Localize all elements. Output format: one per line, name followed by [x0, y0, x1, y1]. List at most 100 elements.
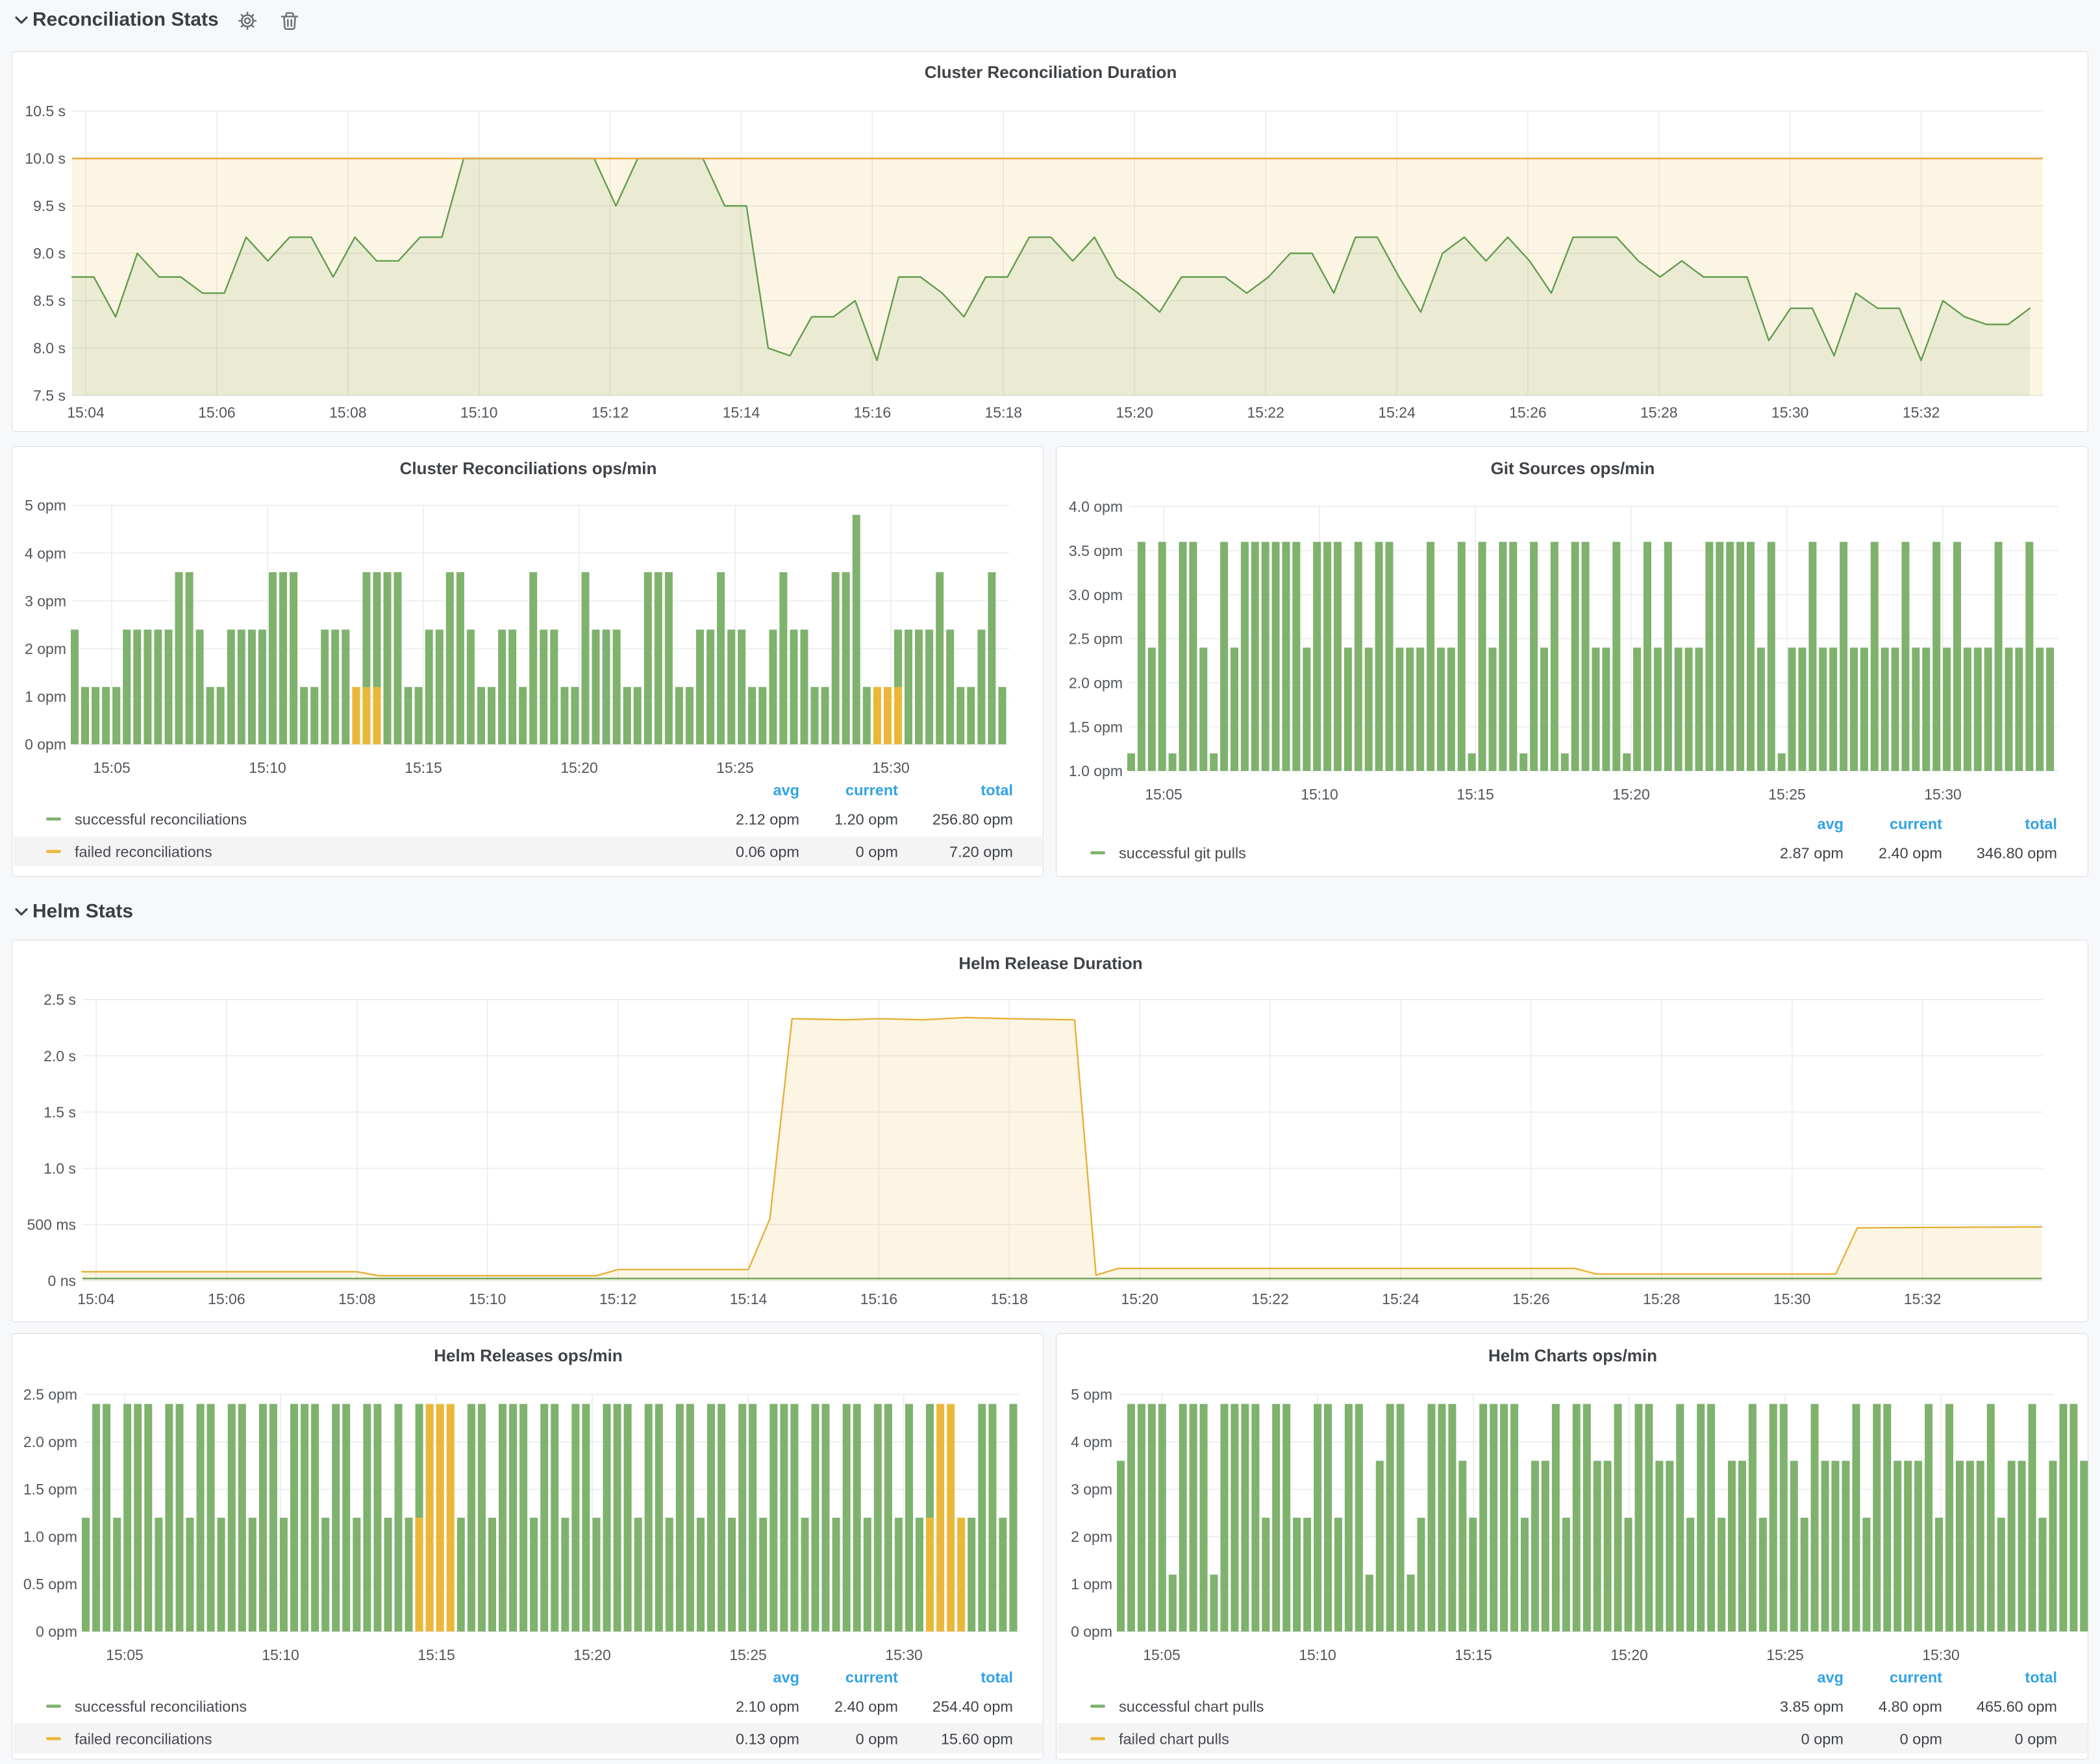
svg-text:15:24: 15:24	[1378, 404, 1416, 421]
svg-text:2.87 opm: 2.87 opm	[1780, 844, 1844, 861]
svg-text:3.5 opm: 3.5 opm	[1069, 542, 1123, 559]
svg-text:15:25: 15:25	[729, 1646, 767, 1663]
svg-text:15:28: 15:28	[1643, 1291, 1681, 1307]
svg-text:successful reconciliations: successful reconciliations	[75, 1698, 247, 1715]
svg-text:total: total	[981, 1669, 1013, 1685]
svg-text:10.5 s: 10.5 s	[25, 103, 66, 120]
svg-text:15:08: 15:08	[338, 1291, 376, 1307]
svg-text:3.85 opm: 3.85 opm	[1780, 1698, 1844, 1715]
svg-text:current: current	[1890, 1669, 1942, 1685]
svg-text:15:04: 15:04	[67, 404, 105, 421]
svg-text:2.40 opm: 2.40 opm	[1879, 844, 1942, 861]
svg-text:3.0 opm: 3.0 opm	[1069, 586, 1123, 603]
svg-text:15.60 opm: 15.60 opm	[941, 1730, 1013, 1747]
svg-text:avg: avg	[773, 1669, 800, 1685]
svg-text:2.5 s: 2.5 s	[44, 991, 76, 1008]
svg-text:0 opm: 0 opm	[856, 1730, 898, 1747]
svg-text:7.5 s: 7.5 s	[33, 387, 66, 404]
svg-text:Cluster Reconciliation Duratio: Cluster Reconciliation Duration	[925, 62, 1177, 82]
svg-text:3 opm: 3 opm	[25, 592, 66, 609]
svg-text:15:20: 15:20	[1610, 1646, 1648, 1663]
svg-text:15:18: 15:18	[991, 1291, 1029, 1307]
svg-text:15:04: 15:04	[77, 1291, 115, 1307]
svg-text:15:10: 15:10	[262, 1646, 299, 1663]
svg-text:2.0 s: 2.0 s	[44, 1048, 76, 1065]
svg-text:8.5 s: 8.5 s	[33, 292, 66, 309]
svg-text:15:16: 15:16	[860, 1291, 898, 1307]
svg-text:1.0 opm: 1.0 opm	[23, 1528, 77, 1545]
svg-text:15:26: 15:26	[1509, 404, 1547, 421]
svg-text:15:20: 15:20	[1121, 1291, 1158, 1307]
svg-text:5 opm: 5 opm	[25, 497, 66, 514]
svg-text:3 opm: 3 opm	[1071, 1481, 1112, 1498]
svg-text:15:28: 15:28	[1640, 404, 1678, 421]
svg-text:8.0 s: 8.0 s	[33, 340, 66, 357]
svg-text:1.5 opm: 1.5 opm	[23, 1481, 77, 1498]
svg-text:15:10: 15:10	[460, 404, 498, 421]
svg-text:1.0 opm: 1.0 opm	[1069, 762, 1123, 779]
svg-text:0 opm: 0 opm	[36, 1623, 77, 1640]
svg-text:15:10: 15:10	[469, 1291, 506, 1307]
svg-text:15:05: 15:05	[1143, 1646, 1181, 1663]
svg-text:4 opm: 4 opm	[25, 545, 66, 562]
svg-text:15:10: 15:10	[1299, 1646, 1336, 1663]
svg-text:15:30: 15:30	[1922, 1646, 1960, 1663]
svg-text:15:26: 15:26	[1512, 1291, 1550, 1307]
svg-text:5 opm: 5 opm	[1071, 1386, 1112, 1403]
svg-text:15:10: 15:10	[1301, 786, 1338, 803]
svg-text:2.0 opm: 2.0 opm	[1069, 675, 1123, 692]
svg-text:15:12: 15:12	[592, 404, 629, 421]
svg-text:successful chart pulls: successful chart pulls	[1119, 1698, 1264, 1715]
svg-text:9.5 s: 9.5 s	[33, 197, 66, 214]
svg-text:Cluster Reconciliations ops/mi: Cluster Reconciliations ops/min	[400, 459, 657, 478]
svg-text:failed reconciliations: failed reconciliations	[75, 1730, 212, 1747]
svg-text:9.0 s: 9.0 s	[33, 245, 66, 262]
svg-text:0.06 opm: 0.06 opm	[736, 843, 799, 860]
svg-text:15:15: 15:15	[1455, 1646, 1492, 1663]
svg-text:15:25: 15:25	[1766, 1646, 1804, 1663]
svg-text:15:32: 15:32	[1903, 404, 1940, 421]
svg-text:avg: avg	[1818, 1669, 1844, 1685]
svg-text:0 opm: 0 opm	[25, 736, 66, 753]
svg-text:total: total	[2025, 815, 2057, 832]
svg-text:0.5 opm: 0.5 opm	[23, 1576, 77, 1593]
svg-text:2.0 opm: 2.0 opm	[23, 1433, 77, 1450]
svg-text:Helm Charts ops/min: Helm Charts ops/min	[1488, 1346, 1657, 1365]
svg-text:failed reconciliations: failed reconciliations	[75, 843, 212, 860]
svg-text:15:12: 15:12	[599, 1291, 637, 1307]
svg-text:2.5 opm: 2.5 opm	[23, 1386, 77, 1403]
svg-text:0 ns: 0 ns	[48, 1272, 76, 1289]
svg-text:Helm Stats: Helm Stats	[32, 901, 133, 922]
svg-text:15:24: 15:24	[1382, 1291, 1419, 1307]
svg-text:2 opm: 2 opm	[1071, 1528, 1112, 1545]
svg-text:1 opm: 1 opm	[1071, 1576, 1112, 1593]
svg-text:current: current	[845, 781, 898, 798]
svg-text:total: total	[2025, 1669, 2057, 1685]
svg-text:Helm Releases ops/min: Helm Releases ops/min	[434, 1346, 622, 1365]
svg-text:15:22: 15:22	[1247, 404, 1284, 421]
svg-text:15:16: 15:16	[854, 404, 892, 421]
svg-text:Helm Release Duration: Helm Release Duration	[958, 953, 1142, 973]
svg-text:254.40 opm: 254.40 opm	[932, 1698, 1013, 1715]
svg-text:15:25: 15:25	[716, 759, 754, 776]
svg-text:15:06: 15:06	[198, 404, 236, 421]
svg-text:4 opm: 4 opm	[1071, 1433, 1112, 1450]
svg-text:current: current	[1890, 815, 1942, 832]
svg-text:15:05: 15:05	[1145, 786, 1182, 803]
svg-text:15:30: 15:30	[1771, 404, 1809, 421]
svg-text:avg: avg	[1818, 815, 1844, 832]
svg-text:1.5 s: 1.5 s	[44, 1103, 76, 1120]
svg-text:15:20: 15:20	[1612, 786, 1650, 803]
svg-text:10.0 s: 10.0 s	[25, 150, 66, 167]
svg-text:15:18: 15:18	[985, 404, 1023, 421]
svg-text:0.13 opm: 0.13 opm	[736, 1730, 799, 1747]
svg-text:2.5 opm: 2.5 opm	[1069, 631, 1123, 648]
svg-text:15:30: 15:30	[872, 759, 910, 776]
svg-text:1.5 opm: 1.5 opm	[1069, 718, 1123, 735]
svg-text:15:05: 15:05	[106, 1646, 144, 1663]
svg-text:0 opm: 0 opm	[2015, 1730, 2057, 1747]
svg-text:0 opm: 0 opm	[1900, 1730, 1942, 1747]
svg-text:15:25: 15:25	[1768, 786, 1806, 803]
svg-text:0 opm: 0 opm	[856, 843, 898, 860]
svg-text:15:08: 15:08	[329, 404, 367, 421]
